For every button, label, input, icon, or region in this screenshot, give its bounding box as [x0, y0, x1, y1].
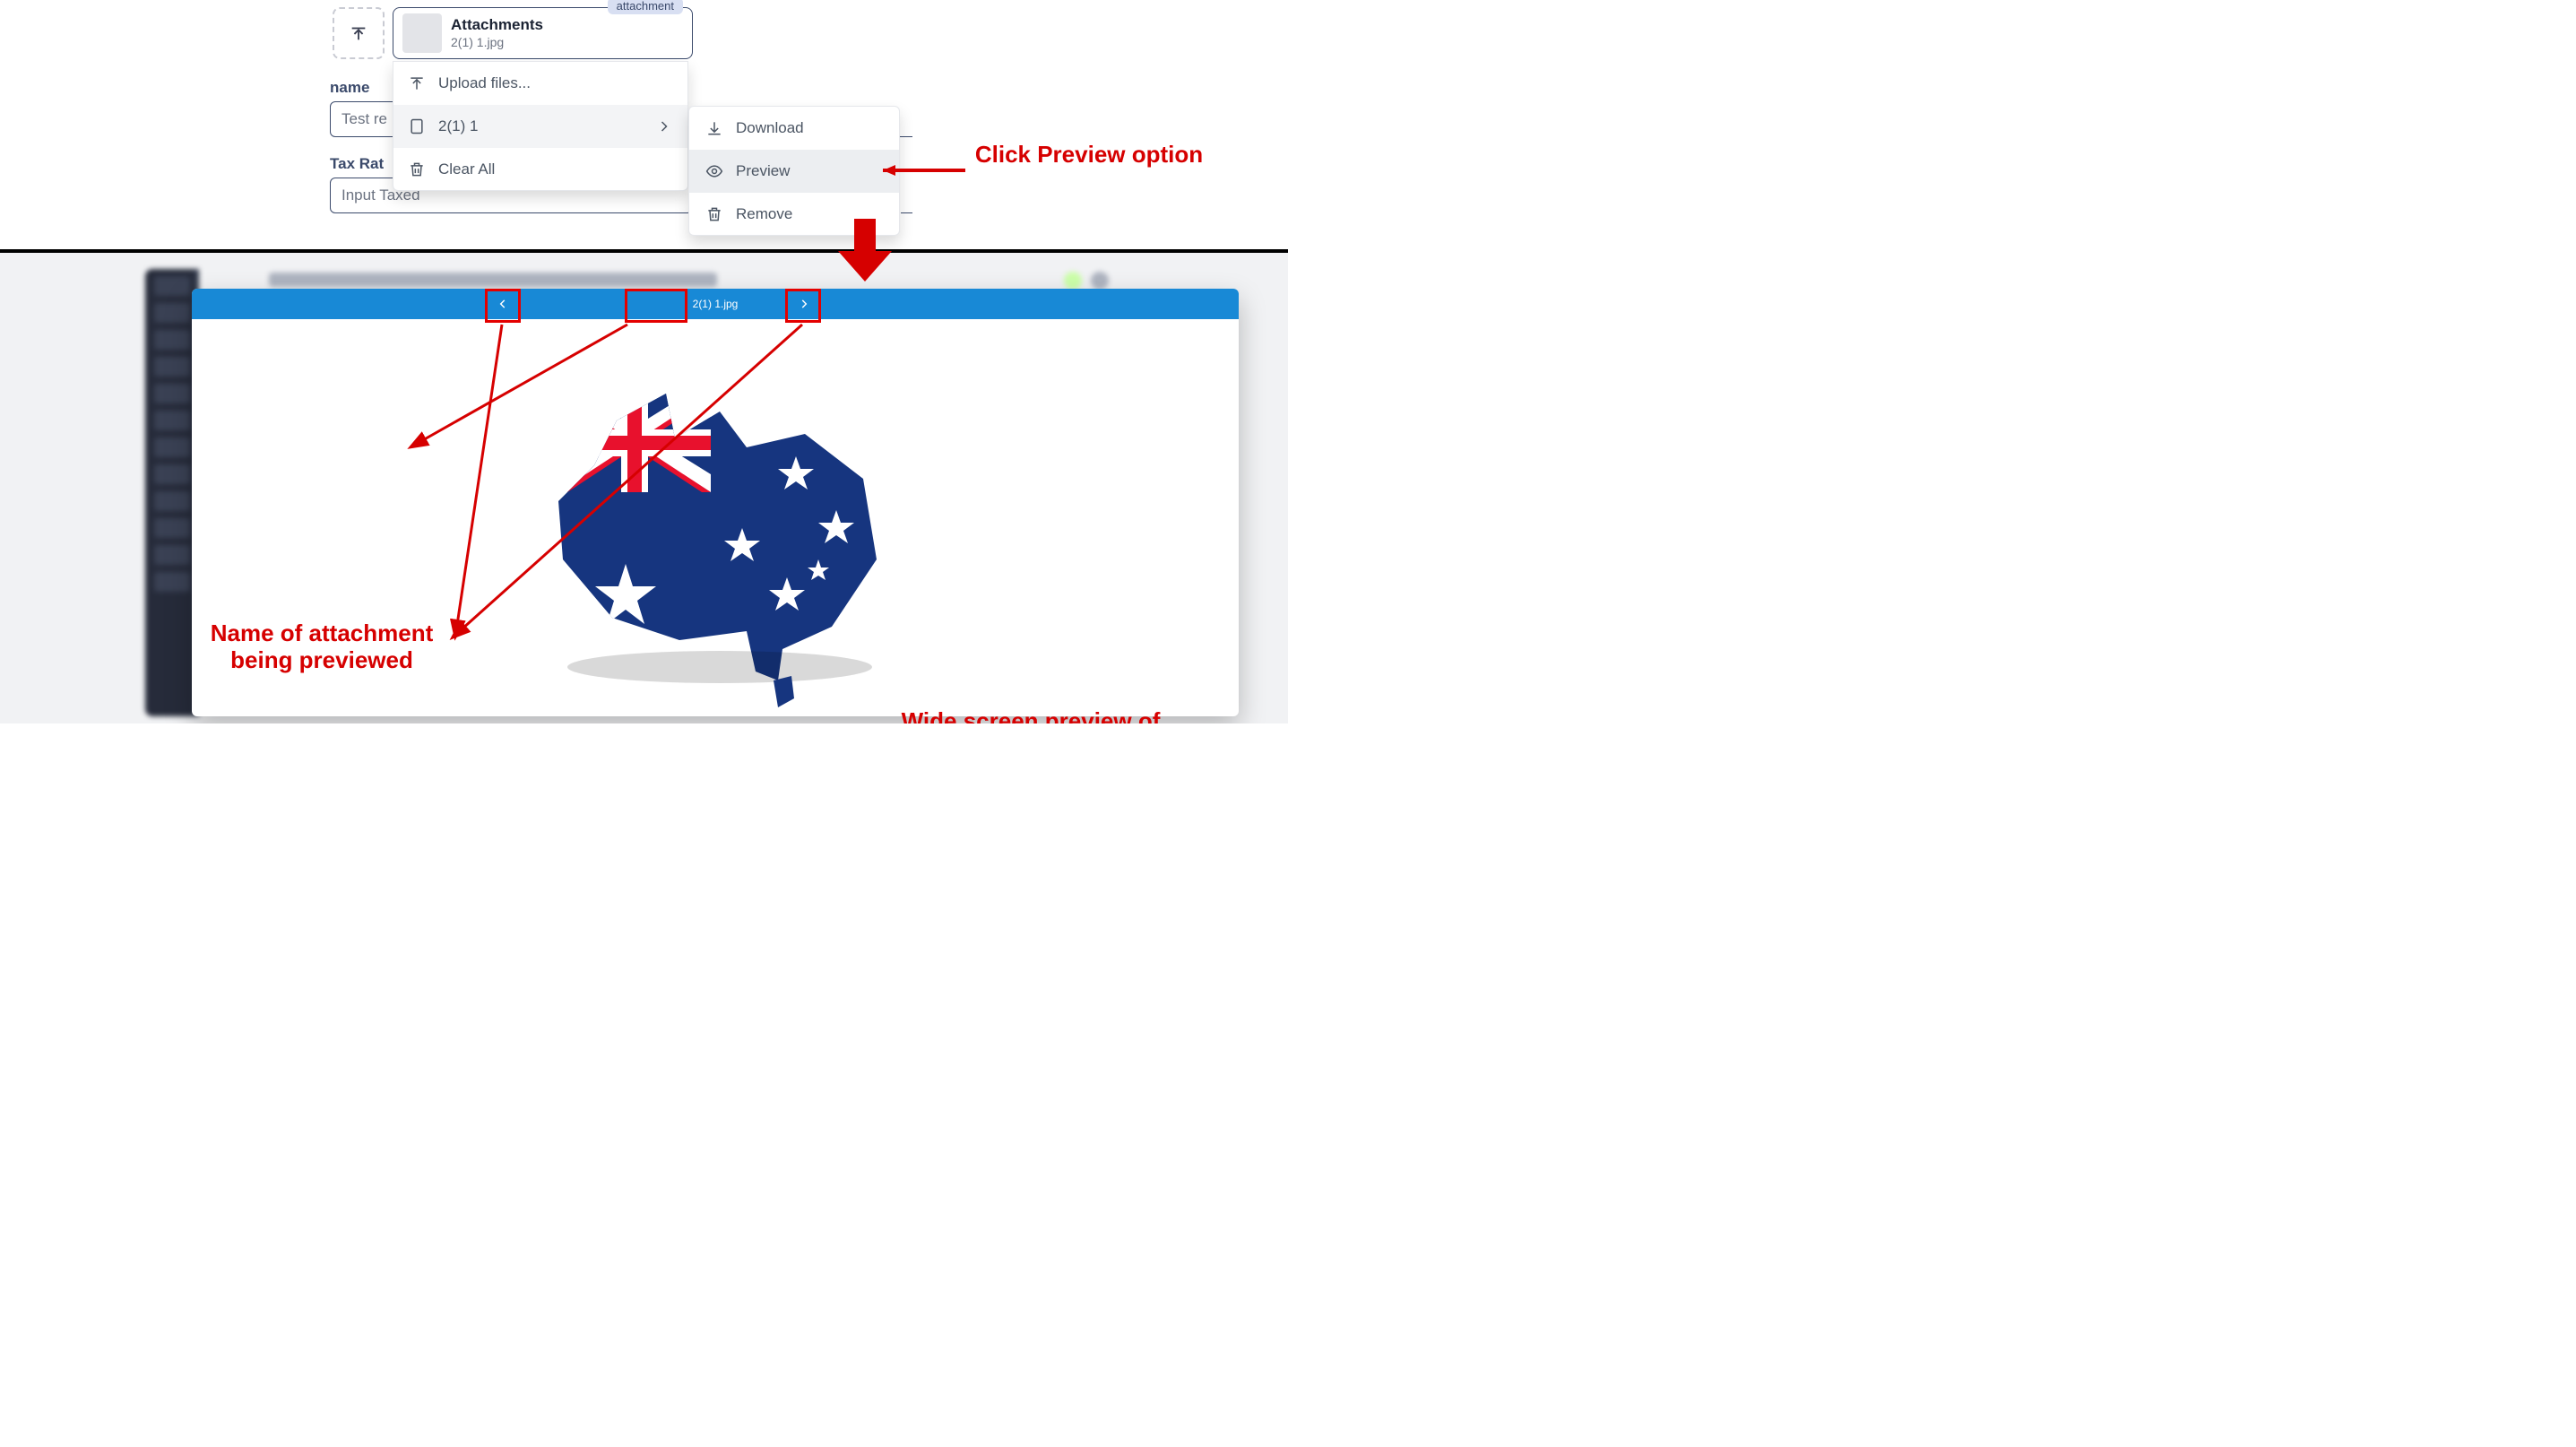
attachment-card[interactable]: Attachments 2(1) 1.jpg attachment: [393, 7, 693, 59]
preview-toolbar: 2(1) 1.jpg: [192, 289, 1239, 319]
callout-arrow-preview: [883, 164, 972, 177]
upload-slot[interactable]: [333, 7, 385, 59]
attachment-menu: Upload files... 2(1) 1 Clear All: [393, 61, 688, 191]
attachment-thumbnail: [402, 13, 442, 53]
submenu-download[interactable]: Download: [689, 107, 899, 150]
trash-icon: [408, 160, 426, 178]
callout-text-filename: Name of attachment being previewed: [210, 620, 434, 674]
menu-upload-files[interactable]: Upload files...: [393, 62, 687, 105]
submenu-preview-label: Preview: [736, 162, 790, 180]
callout-box-prev: [485, 289, 521, 323]
attachment-type-chip: attachment: [608, 0, 683, 14]
upload-icon: [408, 74, 426, 92]
attachment-filename: 2(1) 1.jpg: [451, 35, 599, 50]
tax-rate-label: Tax Rat: [330, 155, 384, 173]
field-underline: [901, 212, 912, 213]
eye-icon: [705, 162, 723, 180]
menu-clear-label: Clear All: [438, 160, 495, 178]
menu-file-label: 2(1) 1: [438, 117, 478, 135]
preview-image: [509, 358, 921, 716]
trash-icon: [705, 205, 723, 223]
submenu-download-label: Download: [736, 119, 804, 137]
callout-big-down-arrow: [838, 219, 892, 282]
callout-text-preview: Click Preview option: [972, 142, 1206, 169]
name-value: Test re: [341, 110, 387, 128]
callout-text-wide: Wide screen preview of attachment opens: [896, 708, 1165, 724]
callout-box-next: [785, 289, 821, 323]
name-label: name: [330, 79, 369, 97]
download-icon: [705, 119, 723, 137]
preview-filename: 2(1) 1.jpg: [693, 298, 739, 310]
chevron-right-icon: [655, 117, 673, 135]
blurred-header-icon: [1091, 272, 1109, 290]
upload-icon: [349, 23, 368, 43]
menu-clear-all[interactable]: Clear All: [393, 148, 687, 191]
attachment-title: Attachments: [451, 16, 599, 34]
file-submenu: Download Preview Remove: [688, 106, 900, 236]
callout-box-filename: [625, 289, 687, 323]
attachment-labels: Attachments 2(1) 1.jpg: [451, 16, 599, 49]
submenu-preview[interactable]: Preview: [689, 150, 899, 193]
blurred-sidebar: [145, 269, 199, 716]
file-icon: [408, 117, 426, 135]
menu-upload-label: Upload files...: [438, 74, 531, 92]
submenu-remove-label: Remove: [736, 205, 792, 223]
blurred-breadcrumb: [269, 273, 717, 287]
menu-file-item[interactable]: 2(1) 1: [393, 105, 687, 148]
blurred-header-icon: [1064, 272, 1082, 290]
